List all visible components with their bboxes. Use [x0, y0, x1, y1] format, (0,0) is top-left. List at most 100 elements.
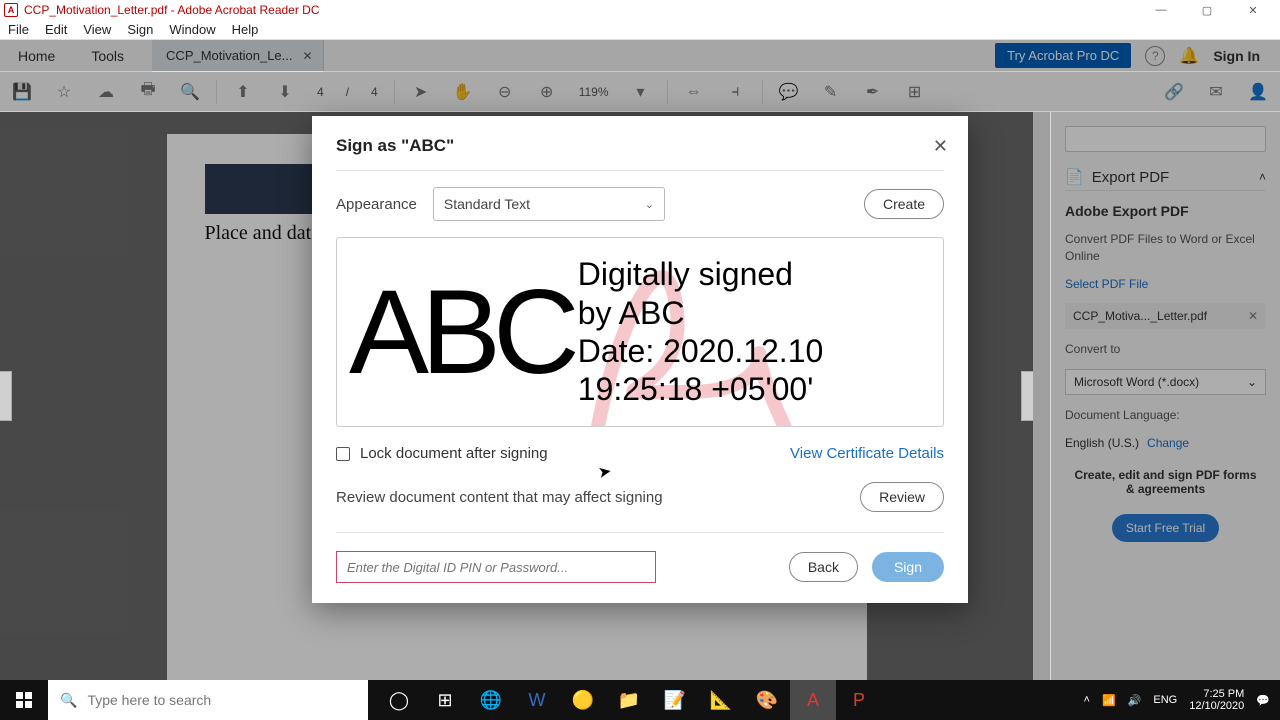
document-tab-label: CCP_Motivation_Le... [166, 48, 292, 63]
sig-line-4: 19:25:18 +05'00' [578, 370, 824, 408]
chevron-down-icon: ⌄ [1247, 375, 1257, 389]
signature-preview: ABC Digitally signed by ABC Date: 2020.1… [336, 237, 944, 427]
help-icon[interactable]: ? [1145, 46, 1165, 66]
selected-file[interactable]: CCP_Motiva..._Letter.pdf ✕ [1065, 303, 1266, 329]
zoom-level[interactable]: 119% [579, 85, 609, 99]
pointer-icon[interactable]: ➤ [411, 82, 431, 102]
tab-home[interactable]: Home [0, 40, 73, 72]
user-icon[interactable]: 👤 [1248, 82, 1268, 102]
pin-input[interactable] [336, 551, 656, 583]
reflow-icon[interactable]: ⫞ [726, 82, 746, 102]
star-icon[interactable]: ☆ [54, 82, 74, 102]
export-pdf-section[interactable]: 📄 Export PDF ˄ [1065, 164, 1266, 191]
change-language-link[interactable]: Change [1147, 436, 1189, 450]
window-close[interactable]: ✕ [1230, 0, 1276, 20]
notepadpp-icon[interactable]: 📝 [652, 680, 698, 720]
acrobat-icon[interactable]: A [790, 680, 836, 720]
tray-notifications-icon[interactable]: 💬 [1256, 694, 1270, 707]
start-button[interactable] [0, 692, 48, 708]
chevron-down-icon[interactable]: ▾ [631, 82, 651, 102]
notifications-icon[interactable]: 🔔 [1179, 46, 1199, 66]
selected-file-name: CCP_Motiva..._Letter.pdf [1073, 309, 1207, 323]
toolbar: 💾 ☆ ☁ 🖶 🔍 ⬆ ⬇ 4 / 4 ➤ ✋ ⊖ ⊕ 119% ▾ ⇔ ⫞ 💬… [0, 72, 1280, 112]
taskbar-search[interactable]: 🔍 Type here to search [48, 680, 368, 720]
menu-view[interactable]: View [83, 22, 111, 37]
print-icon[interactable]: 🖶 [138, 82, 158, 102]
tray-volume-icon[interactable]: 🔊 [1128, 694, 1142, 707]
cortana-icon[interactable]: ⊞ [422, 680, 468, 720]
word-icon[interactable]: W [514, 680, 560, 720]
page-current[interactable]: 4 [317, 85, 324, 99]
edge-icon[interactable]: 🌐 [468, 680, 514, 720]
expand-nav-handle[interactable] [0, 371, 12, 421]
zoom-out-icon[interactable]: ⊖ [495, 82, 515, 102]
attach-icon[interactable]: 🔗 [1164, 82, 1184, 102]
page-up-icon[interactable]: ⬆ [233, 82, 253, 102]
system-tray[interactable]: ˄ 📶 🔊 ENG 7:25 PM 12/10/2020 💬 [1084, 688, 1280, 712]
powerpoint-icon[interactable]: P [836, 680, 882, 720]
menu-help[interactable]: Help [232, 22, 259, 37]
window-minimize[interactable]: — [1138, 0, 1184, 20]
taskbar-apps: ◯ ⊞ 🌐 W 🟡 📁 📝 📐 🎨 A P [376, 680, 882, 720]
highlight-icon[interactable]: ✎ [821, 82, 841, 102]
explorer-icon[interactable]: 📁 [606, 680, 652, 720]
windows-logo-icon [16, 692, 32, 708]
page-total: 4 [371, 85, 378, 99]
remove-file-icon[interactable]: ✕ [1248, 309, 1258, 323]
sign-icon[interactable]: ✒ [863, 82, 883, 102]
mail-icon[interactable]: ✉ [1206, 82, 1226, 102]
menu-window[interactable]: Window [169, 22, 215, 37]
document-tab[interactable]: CCP_Motivation_Le... ✕ [152, 40, 324, 72]
tray-chevron-icon[interactable]: ˄ [1084, 694, 1090, 706]
tray-network-icon[interactable]: 📶 [1102, 694, 1116, 707]
fit-width-icon[interactable]: ⇔ [684, 82, 704, 102]
comment-icon[interactable]: 💬 [779, 82, 799, 102]
menu-edit[interactable]: Edit [45, 22, 67, 37]
view-certificate-link[interactable]: View Certificate Details [790, 445, 944, 462]
tools-search-input[interactable] [1065, 126, 1266, 152]
cloud-upload-icon[interactable]: ☁ [96, 82, 116, 102]
zoom-in-icon[interactable]: ⊕ [537, 82, 557, 102]
sign-button[interactable]: Sign [872, 552, 944, 582]
matlab-icon[interactable]: 📐 [698, 680, 744, 720]
start-free-trial-button[interactable]: Start Free Trial [1112, 514, 1219, 542]
right-pane: 📄 Export PDF ˄ Adobe Export PDF Convert … [1050, 112, 1280, 680]
app-icon: A [4, 3, 18, 17]
sig-line-1: Digitally signed [578, 255, 824, 293]
separator [394, 80, 395, 104]
task-view-icon[interactable]: ◯ [376, 680, 422, 720]
save-icon[interactable]: 💾 [12, 82, 32, 102]
page-down-icon[interactable]: ⬇ [275, 82, 295, 102]
page-separator: / [346, 85, 349, 99]
hand-icon[interactable]: ✋ [453, 82, 473, 102]
document-language-label: Document Language: [1065, 407, 1266, 424]
convert-format-select[interactable]: Microsoft Word (*.docx) ⌄ [1065, 369, 1266, 395]
appearance-select[interactable]: Standard Text ⌄ [433, 187, 665, 221]
review-button[interactable]: Review [860, 482, 944, 512]
tray-date: 12/10/2020 [1189, 700, 1244, 712]
search-icon[interactable]: 🔍 [180, 82, 200, 102]
menu-file[interactable]: File [8, 22, 29, 37]
dialog-close-icon[interactable]: ✕ [933, 136, 948, 157]
paint-icon[interactable]: 🎨 [744, 680, 790, 720]
menu-sign[interactable]: Sign [127, 22, 153, 37]
stamp-icon[interactable]: ⊞ [905, 82, 925, 102]
tab-tools[interactable]: Tools [73, 40, 142, 72]
lock-document-checkbox[interactable] [336, 447, 350, 461]
create-appearance-button[interactable]: Create [864, 189, 944, 219]
try-acrobat-button[interactable]: Try Acrobat Pro DC [995, 43, 1131, 68]
sig-line-3: Date: 2020.12.10 [578, 332, 824, 370]
tray-language[interactable]: ENG [1153, 694, 1177, 706]
chrome-icon[interactable]: 🟡 [560, 680, 606, 720]
close-tab-icon[interactable]: ✕ [303, 49, 313, 63]
chevron-up-icon: ˄ [1259, 170, 1266, 184]
review-text: Review document content that may affect … [336, 489, 663, 506]
collapse-rightpane-handle[interactable] [1021, 371, 1033, 421]
promo-text: Create, edit and sign PDF forms & agreem… [1065, 462, 1266, 502]
sign-in-link[interactable]: Sign In [1213, 48, 1260, 64]
signature-name: ABC [349, 272, 572, 392]
back-button[interactable]: Back [789, 552, 858, 582]
window-maximize[interactable]: ▢ [1184, 0, 1230, 20]
vertical-scrollbar[interactable] [1033, 112, 1050, 680]
select-pdf-file-link[interactable]: Select PDF File [1065, 277, 1266, 291]
